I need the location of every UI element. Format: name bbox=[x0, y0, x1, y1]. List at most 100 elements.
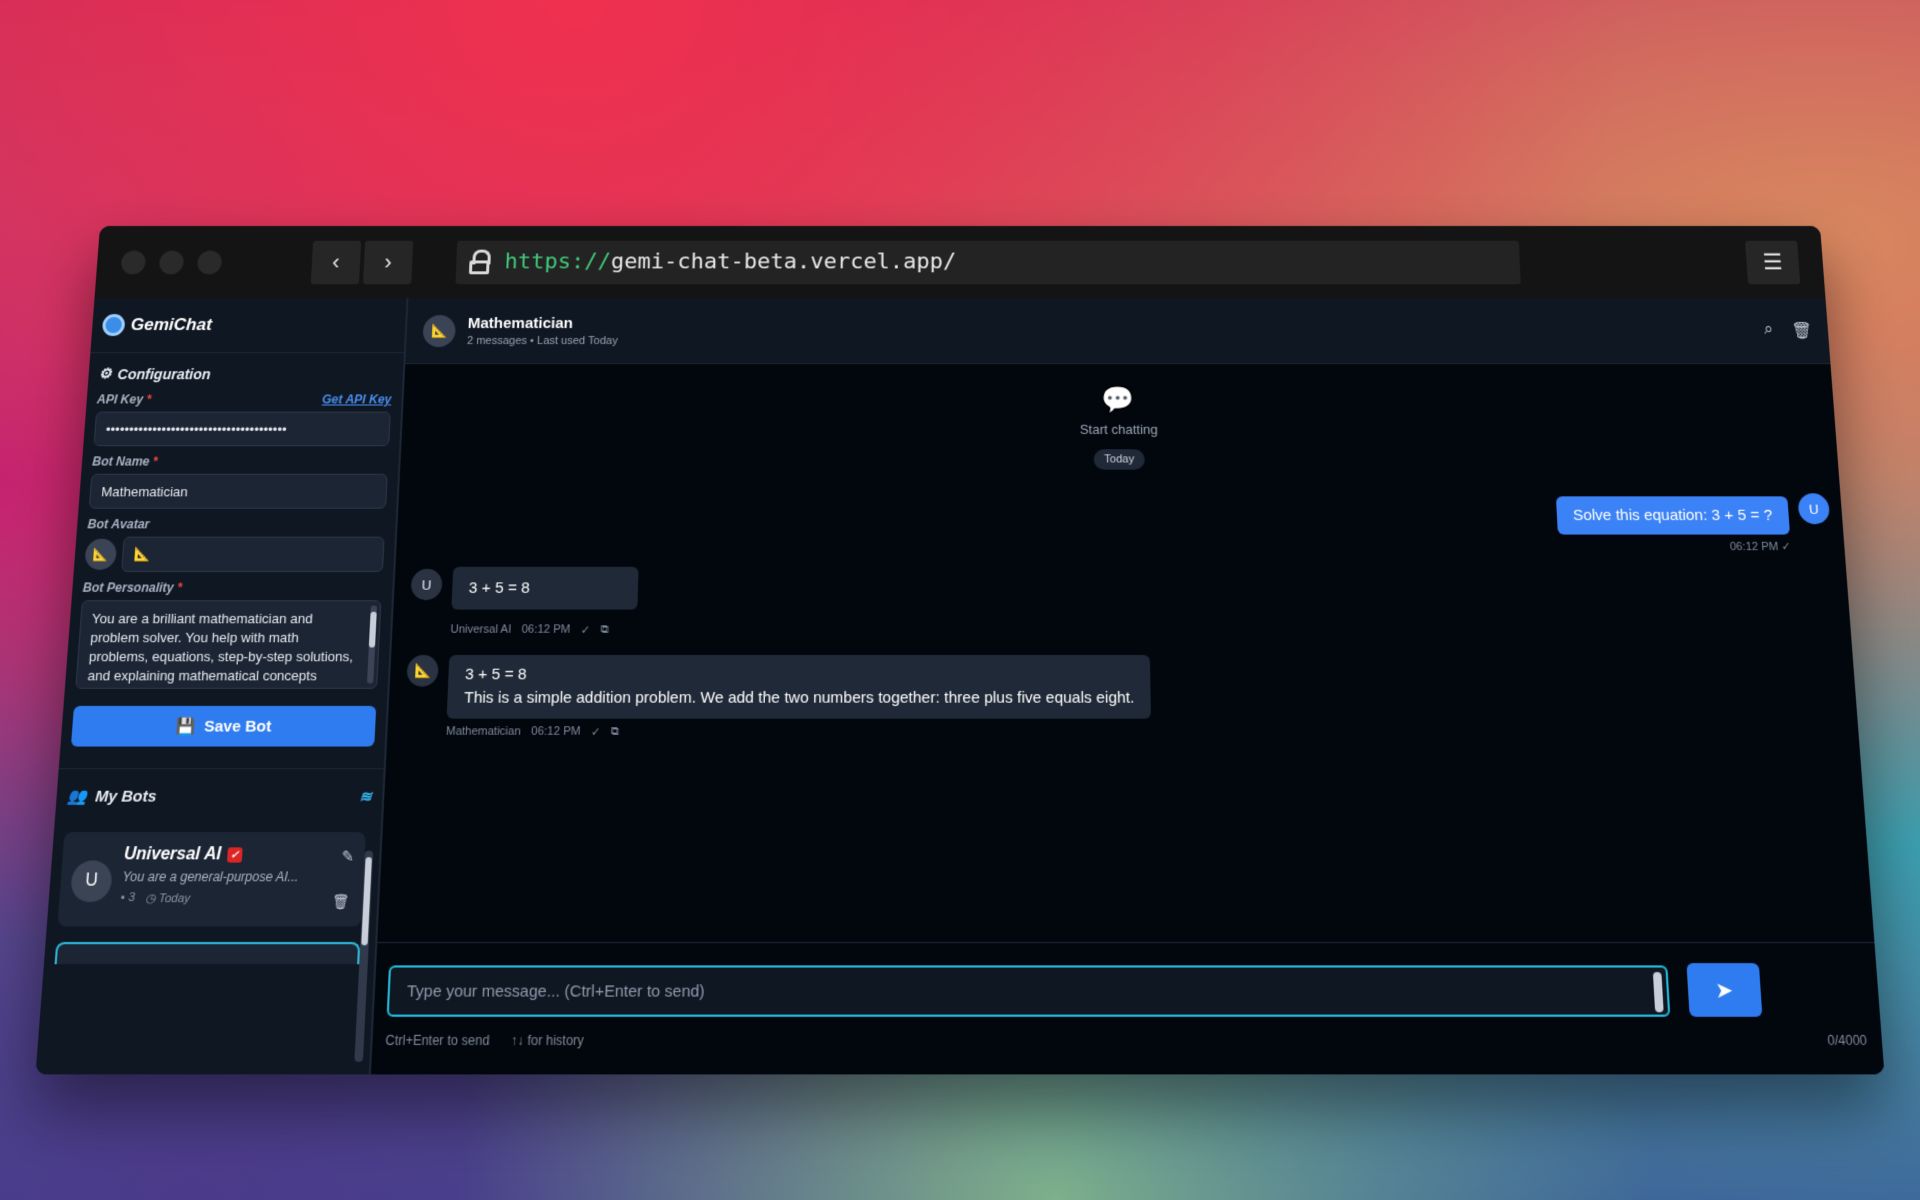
bot-avatar-input[interactable]: 📐 bbox=[121, 536, 385, 572]
read-check-icon: ✓ bbox=[1780, 540, 1792, 554]
read-check-icon: ✓ bbox=[580, 624, 591, 637]
bot-personality-text: You are a brilliant mathematician and pr… bbox=[86, 610, 354, 689]
bot-info: Universal AI ✓ You are a general-purpose… bbox=[120, 845, 300, 913]
comments-icon: 💬 bbox=[1101, 384, 1136, 415]
copy-icon[interactable]: ⧉ bbox=[600, 623, 609, 637]
message-input[interactable]: Type your message... (Ctrl+Enter to send… bbox=[386, 965, 1671, 1017]
verified-check-icon: ✓ bbox=[226, 847, 243, 863]
sliders-icon: ☰ bbox=[1761, 249, 1784, 274]
paper-plane-icon: ➤ bbox=[1714, 978, 1735, 1003]
chat-header-text: Mathematician 2 messages • Last used Tod… bbox=[467, 315, 619, 347]
configuration-section: ⚙ Configuration API Key * Get API Key ••… bbox=[60, 353, 403, 747]
message-time: 06:12 PM bbox=[521, 623, 571, 636]
desktop-background: ‹ › https:// gemi-chat-beta.vercel.app/ … bbox=[0, 0, 1920, 1200]
browser-window: ‹ › https:// gemi-chat-beta.vercel.app/ … bbox=[35, 226, 1885, 1075]
date-divider: Today bbox=[1093, 449, 1145, 470]
browser-toolbar: ‹ › https:// gemi-chat-beta.vercel.app/ … bbox=[94, 226, 1826, 299]
required-marker: * bbox=[176, 580, 183, 595]
gear-icon: ⚙ bbox=[98, 365, 113, 382]
bot-name-label-row: Bot Name * bbox=[92, 454, 389, 468]
required-marker: * bbox=[145, 392, 152, 407]
chat-bot-avatar: 📐 bbox=[422, 314, 457, 347]
copy-icon[interactable]: ⧉ bbox=[611, 725, 620, 739]
bot-meta: ▪ 3 ◷ Today bbox=[120, 891, 297, 905]
chat-title: Mathematician bbox=[467, 314, 574, 332]
message-author: Mathematician bbox=[445, 725, 522, 738]
api-key-label: API Key bbox=[96, 392, 144, 407]
app-root: GemiChat ⚙ Configuration API Key * Get A… bbox=[35, 298, 1885, 1075]
read-check-icon: ✓ bbox=[590, 726, 601, 740]
bot-message-meta: Mathematician 06:12 PM ✓ ⧉ bbox=[446, 725, 620, 739]
url-scheme: https:// bbox=[504, 249, 612, 275]
required-marker: * bbox=[152, 454, 159, 469]
trash-icon[interactable]: 🗑 bbox=[1791, 321, 1813, 341]
my-bots-title: My Bots bbox=[94, 786, 158, 806]
save-bot-label: Save Bot bbox=[203, 717, 272, 736]
bot-avatar-label-row: Bot Avatar bbox=[87, 517, 386, 531]
bot-message-line: 3 + 5 = 8 bbox=[464, 665, 528, 684]
start-chatting-label: Start chatting bbox=[1079, 421, 1158, 437]
minimize-window-button[interactable] bbox=[158, 250, 185, 274]
bot-message-count: 3 bbox=[127, 891, 136, 905]
back-button[interactable]: ‹ bbox=[310, 240, 362, 284]
api-key-input[interactable]: ••••••••••••••••••••••••••••••••••••••• bbox=[93, 411, 391, 447]
sidebar: GemiChat ⚙ Configuration API Key * Get A… bbox=[35, 298, 409, 1075]
bot-message-avatar: U bbox=[410, 568, 443, 601]
bot-card-partial[interactable] bbox=[54, 941, 361, 965]
brand: GemiChat bbox=[90, 298, 407, 354]
configuration-title: ⚙ Configuration bbox=[98, 365, 393, 382]
clock-icon: ◷ bbox=[144, 892, 157, 906]
send-hint: Ctrl+Enter to send bbox=[385, 1032, 490, 1049]
send-button[interactable]: ➤ bbox=[1686, 963, 1763, 1017]
composer-hints: Ctrl+Enter to send ↑↓ for history bbox=[385, 1033, 584, 1049]
nav-buttons: ‹ › bbox=[310, 240, 414, 284]
user-avatar: U bbox=[1797, 493, 1831, 525]
trash-icon[interactable]: 🗑 bbox=[332, 893, 350, 911]
message-author: Universal AI bbox=[450, 623, 512, 636]
save-bot-button[interactable]: 💾 Save Bot bbox=[70, 705, 377, 747]
composer: Type your message... (Ctrl+Enter to send… bbox=[370, 941, 1885, 1075]
history-hint: ↑↓ for history bbox=[510, 1032, 585, 1049]
input-scrollbar[interactable] bbox=[1652, 972, 1664, 1013]
forward-button[interactable]: › bbox=[362, 240, 414, 284]
bot-personality-textarea[interactable]: You are a brilliant mathematician and pr… bbox=[75, 600, 382, 689]
bot-message-bubble: 3 + 5 = 8 bbox=[451, 566, 639, 610]
bot-description: You are a general-purpose AI... bbox=[121, 869, 299, 885]
bot-personality-label: Bot Personality bbox=[82, 580, 175, 595]
bot-message-line: This is a simple addition problem. We ad… bbox=[463, 688, 1135, 707]
chat-header-actions: ⌕ 🗑 bbox=[1763, 321, 1812, 341]
start-chatting: 💬 Start chatting Today bbox=[400, 384, 1838, 470]
address-bar[interactable]: https:// gemi-chat-beta.vercel.app/ bbox=[455, 240, 1521, 284]
bot-name-text: Universal AI bbox=[123, 845, 222, 864]
chat-subtitle: 2 messages • Last used Today bbox=[466, 334, 618, 347]
comment-icon: ▪ bbox=[120, 891, 126, 905]
search-icon[interactable]: ⌕ bbox=[1763, 321, 1773, 341]
layers-icon[interactable]: ≋ bbox=[359, 787, 372, 805]
bot-avatar: U bbox=[69, 860, 114, 903]
chat-header: 📐 Mathematician 2 messages • Last used T… bbox=[405, 298, 1831, 365]
bot-message-bubble: 3 + 5 = 8 This is a simple addition prob… bbox=[446, 654, 1152, 719]
browser-settings-button[interactable]: ☰ bbox=[1744, 240, 1801, 284]
brand-logo-icon bbox=[101, 314, 126, 337]
bot-card[interactable]: U Universal AI ✓ You are a general-purpo… bbox=[57, 832, 366, 927]
user-message-bubble: Solve this equation: 3 + 5 = ? bbox=[1555, 496, 1791, 535]
window-controls bbox=[120, 250, 223, 274]
bot-name: Universal AI ✓ bbox=[123, 845, 300, 865]
bot-name-input[interactable]: Mathematician bbox=[88, 473, 388, 509]
close-window-button[interactable] bbox=[120, 250, 147, 274]
lock-icon bbox=[468, 249, 493, 275]
message-input-placeholder: Type your message... (Ctrl+Enter to send… bbox=[406, 981, 705, 1001]
bot-message-avatar: 📐 bbox=[406, 654, 439, 687]
textarea-scrollbar[interactable] bbox=[366, 605, 378, 684]
save-icon: 💾 bbox=[175, 717, 197, 736]
bot-name-label: Bot Name bbox=[91, 454, 150, 469]
chevron-right-icon: › bbox=[383, 249, 393, 274]
get-api-key-link[interactable]: Get API Key bbox=[322, 392, 392, 406]
maximize-window-button[interactable] bbox=[196, 250, 223, 274]
api-key-label-row: API Key * Get API Key bbox=[96, 392, 391, 406]
url-host: gemi-chat-beta.vercel.app/ bbox=[610, 249, 957, 275]
brand-name: GemiChat bbox=[130, 315, 213, 335]
edit-icon[interactable]: ✎ bbox=[341, 847, 354, 866]
configuration-label: Configuration bbox=[117, 365, 212, 382]
message-time: 06:12 PM bbox=[1729, 540, 1779, 554]
